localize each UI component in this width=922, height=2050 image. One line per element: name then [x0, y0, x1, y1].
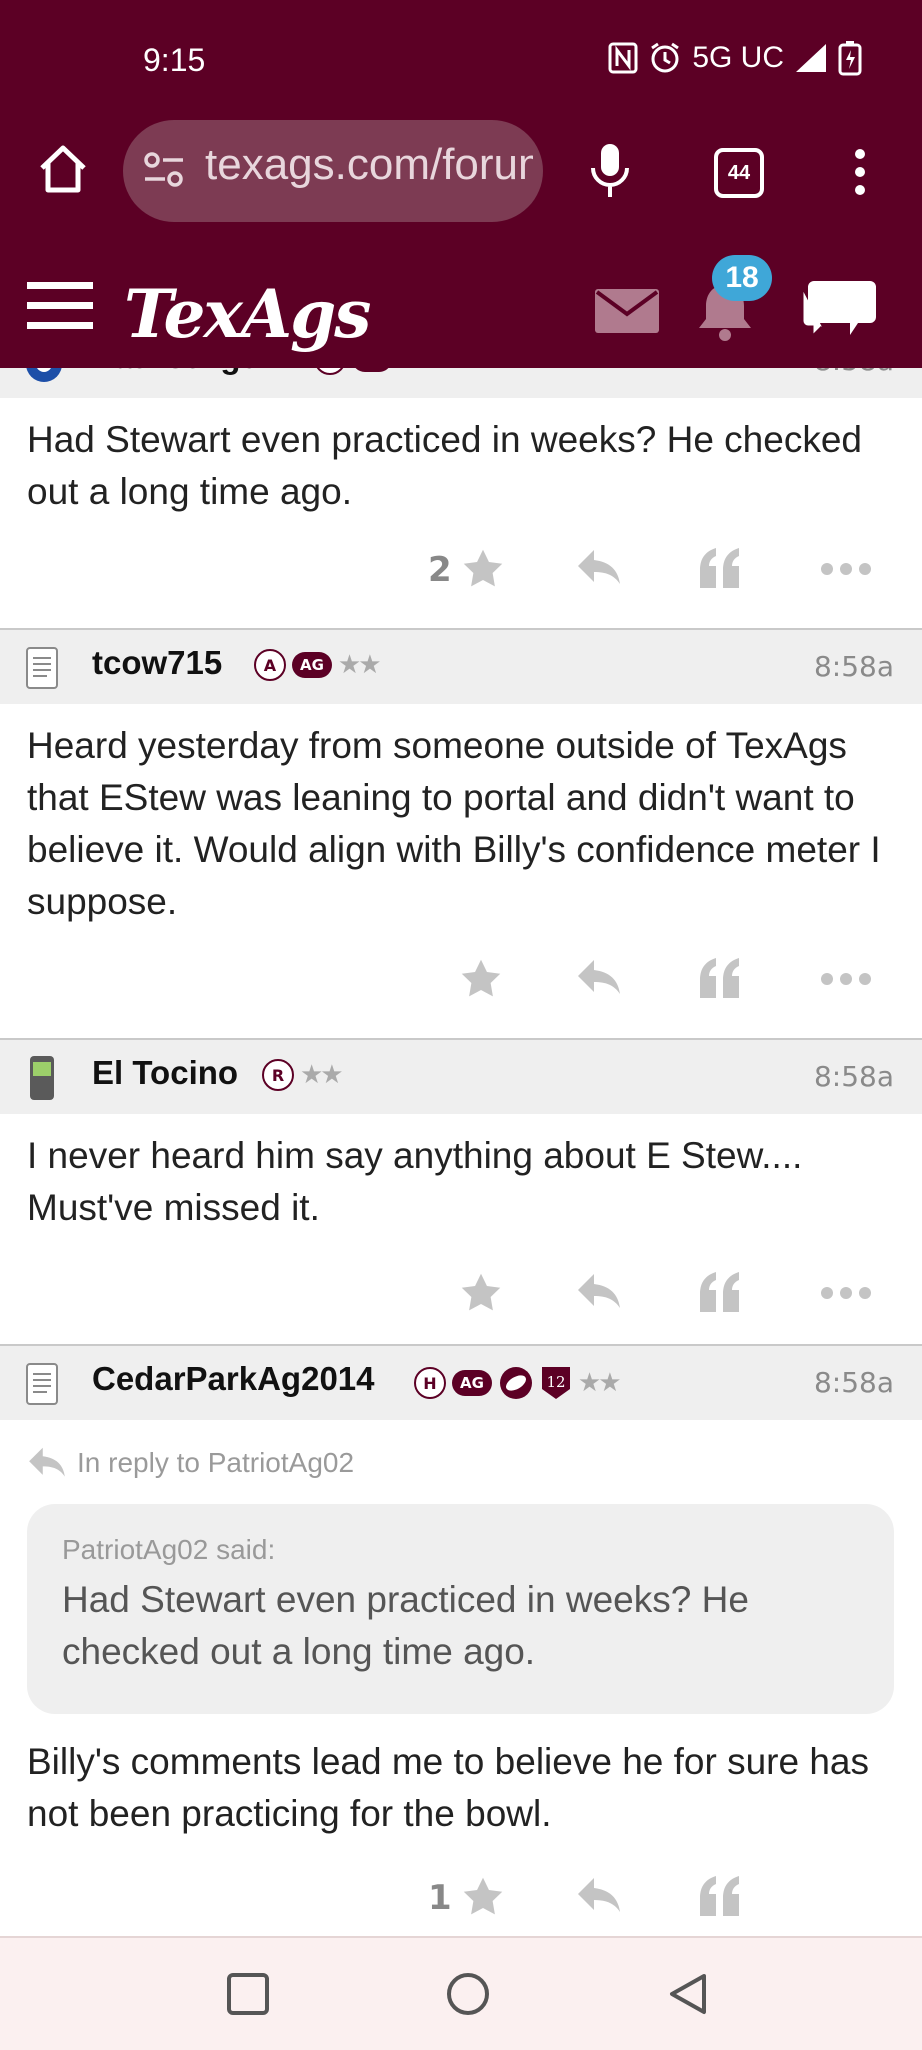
post-actions [0, 928, 922, 1038]
star-rating: ★★ [337, 650, 382, 680]
post-time: 8:58a [813, 650, 894, 683]
tab-count: 44 [727, 161, 751, 184]
star-rating: ★★ [577, 1368, 622, 1398]
post-actions: 1 [0, 1840, 922, 1936]
reply-arrow-icon [29, 1447, 65, 1477]
star-icon[interactable] [462, 548, 504, 590]
post-time: 8:58a [814, 368, 894, 377]
quote-author: PatriotAg02 said: [62, 1534, 276, 1565]
network-label: 5G UC [692, 41, 784, 74]
site-settings-icon[interactable] [143, 150, 185, 190]
nfc-icon [608, 42, 638, 74]
quote-icon[interactable] [698, 548, 742, 588]
star-count: 1 [428, 1878, 452, 1918]
star-rating: ★★ [398, 368, 442, 374]
post-header: El Tocino R ★★ 8:58a [0, 1040, 922, 1114]
signal-icon [796, 44, 826, 72]
home-button-icon[interactable] [446, 1972, 490, 2016]
forum-post: El Tocino R ★★ 8:58a I never heard him s… [0, 1038, 922, 1344]
site-logo[interactable]: TexAgs [124, 275, 371, 353]
forum-post: tcow715 A AG ★★ 8:58a Heard yesterday fr… [0, 628, 922, 1038]
svg-text:12: 12 [546, 1373, 565, 1391]
avatar[interactable] [24, 644, 60, 690]
post-body: Billy's comments lead me to believe he f… [27, 1741, 870, 1834]
tab-switcher-button[interactable]: 44 [714, 148, 764, 198]
post-time: 8:58a [813, 1060, 894, 1093]
more-icon[interactable] [820, 1286, 872, 1300]
football-icon [499, 1367, 532, 1399]
star-count: 2 [428, 550, 452, 590]
post-username[interactable]: tcow715 [92, 644, 222, 682]
more-options-icon[interactable] [852, 148, 868, 196]
microphone-icon[interactable] [588, 142, 632, 200]
home-icon[interactable] [36, 142, 90, 196]
quote-icon[interactable] [698, 1876, 742, 1916]
post-time: 8:58a [813, 1366, 894, 1399]
post-header: tcow715 A AG ★★ 8:58a [0, 630, 922, 704]
status-icons: 5G UC [608, 40, 862, 76]
quoted-post: PatriotAg02 said: Had Stewart even pract… [27, 1504, 894, 1714]
ag-badge: AG [452, 1370, 492, 1396]
post-header: CedarParkAg2014 H AG 12 ★★ 8:58a [0, 1346, 922, 1420]
user-badges: H AG 12 ★★ [414, 1365, 622, 1401]
system-nav-bar [0, 1936, 922, 2050]
star-rating: ★★ [300, 1060, 344, 1090]
more-icon[interactable] [820, 562, 872, 576]
post-body: I never heard him say anything about E S… [27, 1135, 803, 1228]
avatar[interactable] [24, 1360, 60, 1406]
battery-icon [838, 41, 862, 76]
status-time: 9:15 [143, 42, 206, 78]
menu-icon[interactable] [27, 280, 93, 332]
rank-badge: R [262, 1059, 294, 1091]
user-badges: A AG ★★ [254, 649, 382, 681]
user-badges: L AG ★★ [314, 368, 442, 375]
avatar[interactable] [24, 1054, 60, 1102]
quote-text: Had Stewart even practiced in weeks? He … [62, 1579, 749, 1672]
ag-badge: AG [292, 652, 332, 678]
forum-post: CedarParkAg2014 H AG 12 ★★ 8:58a In repl… [0, 1344, 922, 1936]
12th-man-icon: 12 [541, 1367, 570, 1399]
notification-badge: 18 [712, 255, 772, 301]
post-actions: 2 [0, 518, 922, 628]
reply-icon[interactable] [576, 1876, 622, 1916]
avatar[interactable] [24, 368, 64, 384]
rank-badge: H [414, 1367, 446, 1399]
post-body: Had Stewart even practiced in weeks? He … [27, 419, 862, 512]
rank-badge: L [314, 368, 346, 375]
post-username[interactable]: El Tocino [92, 1054, 238, 1092]
address-bar[interactable]: texags.com/forums [123, 120, 543, 222]
thread-feed[interactable]: PatriotAg02 L AG ★★ 8:58a Had Stewart ev… [0, 368, 922, 1936]
status-bar: 9:15 5G UC [0, 0, 922, 120]
top-bar: 9:15 5G UC texags.com/forums 44 TexAgs 1… [0, 0, 922, 368]
star-icon[interactable] [460, 958, 502, 1000]
reply-icon[interactable] [576, 958, 622, 998]
post-actions [0, 1234, 922, 1344]
ag-badge: AG [352, 368, 392, 372]
forum-post: PatriotAg02 L AG ★★ 8:58a Had Stewart ev… [0, 368, 922, 628]
post-body: Heard yesterday from someone outside of … [27, 725, 881, 922]
mail-icon[interactable] [595, 289, 659, 333]
reply-to-text: In reply to PatriotAg02 [77, 1447, 355, 1478]
star-icon[interactable] [462, 1876, 504, 1918]
site-nav: TexAgs 18 [0, 255, 922, 365]
alarm-icon [651, 42, 680, 73]
post-username[interactable]: PatriotAg02 [92, 368, 277, 376]
recent-apps-icon[interactable] [226, 1972, 270, 2016]
post-header: PatriotAg02 L AG ★★ 8:58a [0, 368, 922, 398]
rank-badge: A [254, 649, 286, 681]
back-icon[interactable] [666, 1972, 710, 2016]
user-badges: R ★★ [262, 1059, 344, 1091]
post-username[interactable]: CedarParkAg2014 [92, 1360, 375, 1398]
browser-toolbar: texags.com/forums 44 [0, 120, 922, 225]
reply-icon[interactable] [576, 1272, 622, 1312]
chat-icon[interactable] [796, 273, 882, 343]
reply-icon[interactable] [576, 548, 622, 588]
more-icon[interactable] [820, 972, 872, 986]
quote-icon[interactable] [698, 1272, 742, 1312]
quote-icon[interactable] [698, 958, 742, 998]
star-icon[interactable] [460, 1272, 502, 1314]
url-text: texags.com/forums [205, 140, 533, 189]
reply-indicator[interactable]: In reply to PatriotAg02 [0, 1420, 922, 1480]
